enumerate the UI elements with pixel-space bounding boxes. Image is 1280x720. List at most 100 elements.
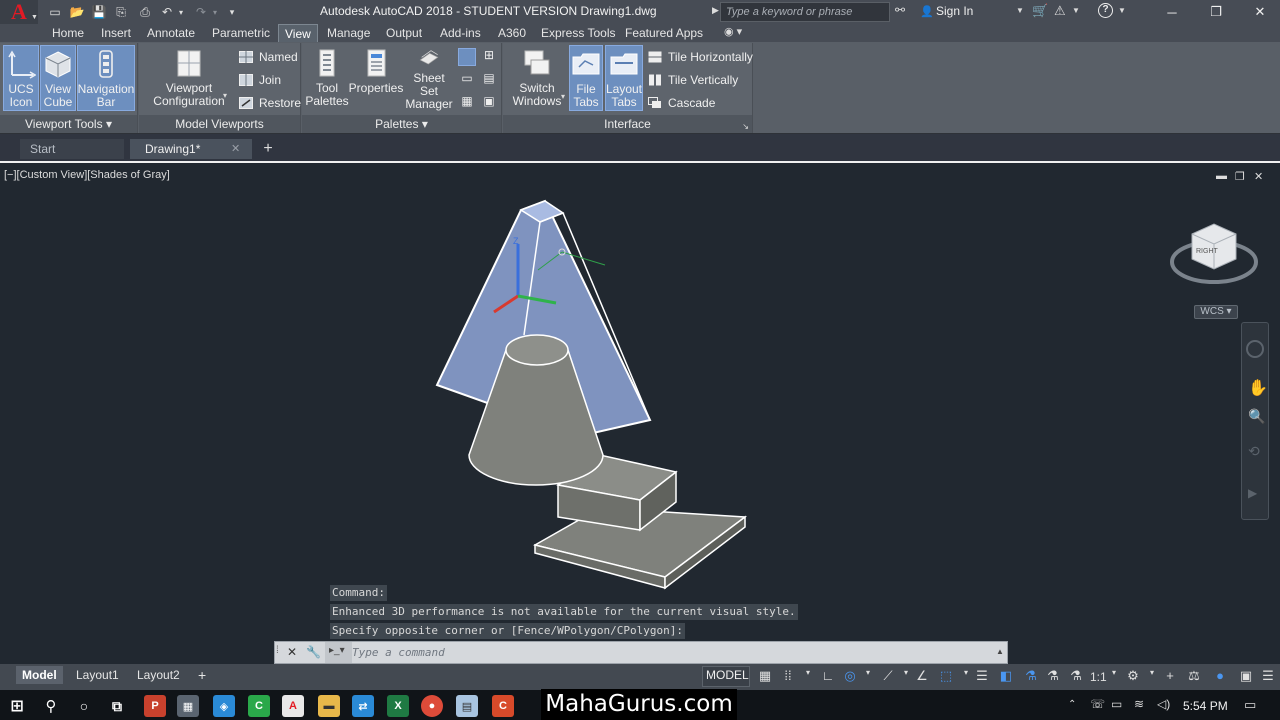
navigation-bar-button[interactable]: Navigation Bar (77, 45, 135, 111)
command-history-toggle-icon[interactable]: ▲ (996, 647, 1004, 656)
camtasia-icon[interactable]: C (248, 695, 270, 717)
ribbon-display-toggle-icon[interactable]: ◉ ▾ (724, 25, 754, 40)
new-file-icon[interactable]: ▭ (46, 3, 64, 21)
isodraft-icon[interactable]: ⟋ (878, 668, 898, 686)
pan-icon[interactable]: ✋ (1248, 378, 1268, 398)
command-grip-icon[interactable]: ⁞ (276, 645, 279, 656)
grid-icon[interactable]: ▦ (755, 668, 775, 686)
object-snap-icon[interactable]: ⬚ (936, 668, 956, 686)
orbit-icon[interactable]: ⟲ (1248, 443, 1260, 460)
teamviewer-icon[interactable]: ⇄ (352, 695, 374, 717)
ortho-icon[interactable]: ∟ (818, 668, 838, 686)
lineweight-icon[interactable]: ☰ (972, 668, 992, 686)
switch-windows-dropdown-icon[interactable]: ▾ (561, 92, 565, 101)
palette-toggle-2-icon[interactable]: ⊞ (480, 48, 498, 66)
object-snap-tracking-icon[interactable]: ∠ (912, 668, 932, 686)
panel-title-palettes[interactable]: Palettes ▾ (302, 115, 501, 133)
cascade-button[interactable]: Cascade (648, 93, 715, 113)
layout-tabs-button[interactable]: Layout Tabs (605, 45, 643, 111)
polar-dropdown-icon[interactable]: ▾ (858, 668, 878, 686)
sign-in-button[interactable]: Sign In (936, 4, 973, 18)
tab-parametric[interactable]: Parametric (206, 24, 276, 42)
search-input[interactable]: Type a keyword or phrase (720, 2, 890, 22)
exchange-dropdown-icon[interactable]: ▼ (1072, 6, 1080, 15)
annotation-scale-icon[interactable]: ⚗ (1066, 668, 1086, 686)
print-icon[interactable]: ⎙ (136, 3, 154, 21)
layout-tab-layout1[interactable]: Layout1 (70, 666, 125, 684)
tab-annotate[interactable]: Annotate (141, 24, 201, 42)
calculator-icon[interactable]: ▦ (177, 695, 199, 717)
help-icon[interactable]: ? (1098, 3, 1113, 18)
view-cube-button[interactable]: View Cube (40, 45, 76, 111)
tab-home[interactable]: Home (46, 24, 90, 42)
tab-add-ins[interactable]: Add-ins (434, 24, 487, 42)
palette-toggle-1-icon[interactable] (458, 48, 476, 66)
tab-output[interactable]: Output (380, 24, 428, 42)
workspace-gear-icon[interactable]: ⚙ (1123, 668, 1143, 686)
tab-manage[interactable]: Manage (321, 24, 376, 42)
showmotion-icon[interactable]: ▶ (1248, 486, 1257, 500)
new-tab-icon[interactable]: + (258, 139, 278, 159)
customization-icon[interactable]: ☰ (1258, 668, 1278, 686)
dialog-launcher-icon[interactable]: ↘ (742, 122, 749, 131)
model-3d-view[interactable]: Z (0, 163, 1280, 661)
task-view-icon[interactable]: ⧉ (106, 695, 128, 717)
file-explorer-icon[interactable]: ▬ (318, 695, 340, 717)
palette-toggle-3-icon[interactable]: ▭ (458, 71, 476, 89)
taskbar-clock[interactable]: 5:54 PM (1183, 699, 1228, 713)
minimize-icon[interactable]: ─ (1150, 0, 1194, 24)
exchange-icon[interactable]: ⚠ (1054, 3, 1066, 19)
close-tab-icon[interactable]: ✕ (231, 142, 240, 155)
chevron-right-icon[interactable]: ▶ (712, 5, 719, 16)
zoom-extents-icon[interactable]: 🔍 (1248, 408, 1265, 425)
cortana-icon[interactable]: ○ (73, 695, 95, 717)
panel-title-viewport-tools[interactable]: Viewport Tools ▾ (0, 115, 137, 133)
workspace-dropdown-icon[interactable]: ▾ (1142, 668, 1162, 686)
windows-start-icon[interactable]: ⊞ (6, 695, 28, 717)
redo-icon[interactable]: ↷ (192, 3, 210, 21)
new-layout-icon[interactable]: + (192, 666, 212, 684)
tab-insert[interactable]: Insert (95, 24, 137, 42)
notifications-icon[interactable]: ▭ (1244, 697, 1256, 713)
auto-scale-icon[interactable]: ⚗ (1043, 668, 1063, 686)
tile-vertically-button[interactable]: Tile Vertically (648, 70, 738, 90)
tray-chevron-icon[interactable]: ⌃ (1068, 699, 1076, 710)
open-folder-icon[interactable]: 📂 (68, 3, 86, 21)
search-button[interactable] (902, 3, 916, 19)
tile-horizontally-button[interactable]: Tile Horizontally (648, 47, 753, 67)
notepad-icon[interactable]: ▤ (456, 695, 478, 717)
snap-icon[interactable]: ⁞⁞ (778, 668, 798, 686)
clean-screen-icon[interactable]: ▣ (1236, 668, 1256, 686)
battery-icon[interactable]: ▭ (1111, 697, 1122, 711)
remote-desktop-icon[interactable]: ◈ (213, 695, 235, 717)
steering-wheel-icon[interactable] (1246, 340, 1264, 358)
restore-icon[interactable]: ❐ (1194, 0, 1238, 24)
file-tab-start[interactable]: Start (20, 139, 124, 159)
selection-cycling-icon[interactable]: ◧ (996, 668, 1016, 686)
redo-dropdown-icon[interactable]: ▾ (210, 3, 220, 21)
sheet-set-manager-button[interactable]: Sheet Set Manager (403, 45, 455, 111)
tab-express-tools[interactable]: Express Tools (535, 24, 621, 42)
recorder-icon[interactable]: C (492, 695, 514, 717)
chrome-icon[interactable]: ● (421, 695, 443, 717)
palette-toggle-4-icon[interactable]: ▤ (480, 71, 498, 89)
config-dropdown-icon[interactable]: ▾ (223, 91, 227, 100)
wifi-icon[interactable]: ≋ (1134, 697, 1144, 711)
restore-viewports-button[interactable]: Restore (239, 93, 301, 113)
undo-dropdown-icon[interactable]: ▾ (176, 3, 186, 21)
viewcube[interactable]: RIGHT (1168, 212, 1264, 290)
viewcube-right-face[interactable]: RIGHT (1196, 248, 1219, 255)
application-menu-button[interactable]: A ▼ (0, 0, 38, 24)
command-customize-icon[interactable]: 🔧 (306, 645, 321, 659)
close-icon[interactable]: ✕ (1238, 0, 1280, 24)
undo-icon[interactable]: ↶ (158, 3, 176, 21)
network-icon[interactable]: ☏ (1090, 697, 1105, 711)
hardware-acceleration-icon[interactable]: ● (1210, 668, 1230, 686)
snap-dropdown-icon[interactable]: ▾ (798, 668, 818, 686)
scale-dropdown-icon[interactable]: ▾ (1104, 668, 1124, 686)
save-as-icon[interactable]: ⎘ (112, 3, 130, 21)
palette-toggle-6-icon[interactable]: ▣ (480, 94, 498, 112)
wcs-menu[interactable]: WCS ▾ (1194, 305, 1238, 319)
powerpoint-icon[interactable]: P (144, 695, 166, 717)
help-dropdown-icon[interactable]: ▼ (1118, 6, 1126, 15)
